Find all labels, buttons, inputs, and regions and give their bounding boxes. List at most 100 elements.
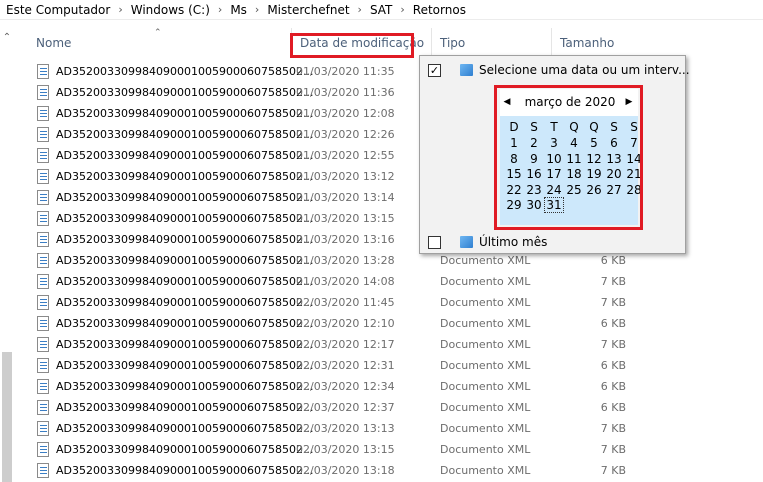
file-name: AD352003309984090001005900060758502...: [56, 233, 314, 246]
file-name: AD352003309984090001005900060758502...: [56, 296, 314, 309]
column-header-type[interactable]: Tipo: [432, 28, 552, 58]
xml-file-icon: [37, 295, 49, 310]
xml-file-icon: [37, 85, 49, 100]
column-header-row: Nome Data de modificação Tipo Tamanho: [28, 28, 638, 58]
calendar-weekday: Q: [569, 120, 579, 134]
calendar-day[interactable]: 7: [624, 135, 644, 151]
chevron-right-icon[interactable]: ›: [212, 3, 228, 16]
calendar-day[interactable]: 17: [544, 166, 564, 182]
xml-file-icon: [37, 232, 49, 247]
calendar-day[interactable]: 2: [524, 135, 544, 151]
file-name: AD352003309984090001005900060758502...: [56, 422, 314, 435]
file-name: AD352003309984090001005900060758502...: [56, 338, 314, 351]
calendar-grid: D S T Q Q S S 1 2 3 4 5 6 7 8 9 10 11 12 13 14 15 16 17 18 19 20 21…: [500, 116, 642, 225]
calendar-day[interactable]: 24: [544, 182, 564, 198]
xml-file-icon: [37, 442, 49, 457]
calendar-day[interactable]: 15: [504, 166, 524, 182]
calendar-day[interactable]: 19: [584, 166, 604, 182]
file-name: AD352003309984090001005900060758502...: [56, 275, 314, 288]
file-date-modified: 01/03/2020 11:35: [296, 65, 395, 78]
file-row[interactable]: AD352003309984090001005900060758502... 02…: [28, 355, 638, 376]
calendar-day[interactable]: 9: [524, 151, 544, 167]
filter-option-last-month[interactable]: Último mês: [420, 230, 685, 254]
file-row[interactable]: AD352003309984090001005900060758502... 02…: [28, 376, 638, 397]
breadcrumb-item[interactable]: Misterchefnet: [265, 3, 351, 17]
file-name: AD352003309984090001005900060758502...: [56, 212, 314, 225]
calendar-day[interactable]: 21: [624, 166, 644, 182]
file-row[interactable]: AD352003309984090001005900060758502... 02…: [28, 460, 638, 481]
column-header-size[interactable]: Tamanho: [552, 28, 638, 58]
chevron-right-icon[interactable]: ›: [352, 3, 368, 16]
file-date-modified: 02/03/2020 12:17: [296, 338, 395, 351]
calendar-day[interactable]: 4: [564, 135, 584, 151]
previous-month-icon[interactable]: ◀: [502, 96, 512, 108]
file-name: AD352003309984090001005900060758502...: [56, 401, 314, 414]
calendar-day[interactable]: 13: [604, 151, 624, 167]
calendar-day[interactable]: 20: [604, 166, 624, 182]
file-row[interactable]: AD352003309984090001005900060758502... 02…: [28, 439, 638, 460]
file-name: AD352003309984090001005900060758502...: [56, 65, 314, 78]
calendar-day[interactable]: 30: [524, 197, 544, 213]
calendar-day[interactable]: 12: [584, 151, 604, 167]
file-size: 7 KB: [600, 296, 626, 309]
calendar-day[interactable]: 16: [524, 166, 544, 182]
chevron-right-icon[interactable]: ›: [112, 3, 128, 16]
calendar-day[interactable]: 26: [584, 182, 604, 198]
file-row[interactable]: AD352003309984090001005900060758502... 02…: [28, 292, 638, 313]
file-name: AD352003309984090001005900060758502...: [56, 254, 314, 267]
breadcrumb-item[interactable]: Retornos: [411, 3, 468, 17]
scrollbar-thumb[interactable]: [2, 352, 12, 482]
calendar-day[interactable]: 31: [544, 197, 564, 213]
file-type: Documento XML: [440, 422, 531, 435]
calendar-day[interactable]: 23: [524, 182, 544, 198]
calendar-day[interactable]: 27: [604, 182, 624, 198]
file-row[interactable]: AD352003309984090001005900060758502... 02…: [28, 334, 638, 355]
file-size: 6 KB: [600, 317, 626, 330]
file-name: AD352003309984090001005900060758502...: [56, 128, 314, 141]
file-date-modified: 02/03/2020 12:31: [296, 359, 395, 372]
checkbox-last-month[interactable]: [428, 235, 441, 249]
file-name: AD352003309984090001005900060758502...: [56, 380, 314, 393]
file-type: Documento XML: [440, 380, 531, 393]
breadcrumb-item[interactable]: SAT: [368, 3, 394, 17]
file-size: 7 KB: [600, 422, 626, 435]
date-filter-popup: ✓ Selecione uma data ou um interv... ◀ m…: [419, 55, 690, 254]
file-row[interactable]: AD352003309984090001005900060758502... 02…: [28, 313, 638, 334]
calendar-day[interactable]: 1: [504, 135, 524, 151]
calendar-day[interactable]: 25: [564, 182, 584, 198]
sort-ascending-icon: ⌃: [154, 28, 162, 38]
calendar-day[interactable]: 8: [504, 151, 524, 167]
file-row[interactable]: AD352003309984090001005900060758502... 01…: [28, 271, 638, 292]
calendar-day[interactable]: 11: [564, 151, 584, 167]
calendar-day[interactable]: 10: [544, 151, 564, 167]
calendar-day[interactable]: 14: [624, 151, 644, 167]
checkbox-select-date[interactable]: ✓: [428, 63, 441, 77]
filter-option-label: Último mês: [479, 235, 548, 249]
xml-file-icon: [37, 463, 49, 478]
calendar-day[interactable]: 5: [584, 135, 604, 151]
scroll-up-icon[interactable]: ⌃: [1, 32, 13, 44]
xml-file-icon: [37, 169, 49, 184]
chevron-right-icon[interactable]: ›: [249, 3, 265, 16]
calendar-day[interactable]: 3: [544, 135, 564, 151]
calendar-day[interactable]: 6: [604, 135, 624, 151]
breadcrumb-item[interactable]: Ms: [228, 3, 249, 17]
file-type: Documento XML: [440, 443, 531, 456]
chevron-right-icon[interactable]: ›: [394, 3, 410, 16]
xml-file-icon: [37, 358, 49, 373]
column-header-date-modified[interactable]: Data de modificação: [292, 28, 432, 58]
breadcrumb-item[interactable]: Este Computador: [4, 3, 112, 17]
file-row[interactable]: AD352003309984090001005900060758502... 02…: [28, 397, 638, 418]
file-row[interactable]: AD352003309984090001005900060758502... 02…: [28, 418, 638, 439]
breadcrumb-item[interactable]: Windows (C:): [129, 3, 212, 17]
next-month-icon[interactable]: ▶: [624, 96, 634, 108]
calendar-day[interactable]: 18: [564, 166, 584, 182]
xml-file-icon: [37, 106, 49, 121]
calendar-day[interactable]: 22: [504, 182, 524, 198]
calendar-month-label[interactable]: março de 2020: [520, 95, 620, 109]
filter-option-select-date[interactable]: ✓ Selecione uma data ou um interv...: [420, 58, 690, 82]
file-size: 7 KB: [600, 275, 626, 288]
calendar-day[interactable]: 29: [504, 197, 524, 213]
breadcrumb: Este Computador › Windows (C:) › Ms › Misterch…: [0, 0, 763, 20]
calendar-day[interactable]: 28: [624, 182, 644, 198]
